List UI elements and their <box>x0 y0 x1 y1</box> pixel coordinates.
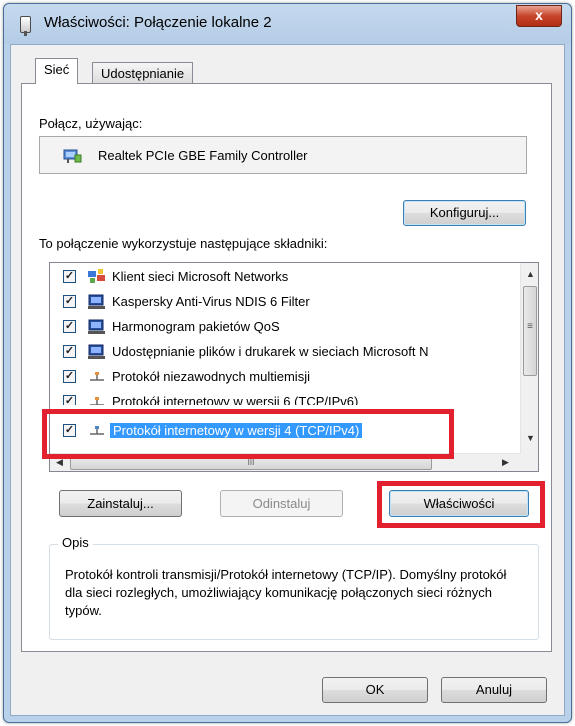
component-label: Harmonogram pakietów QoS <box>112 319 280 334</box>
checkbox[interactable]: ✓ <box>63 295 76 308</box>
adapter-box: Realtek PCIe GBE Family Controller <box>39 136 527 174</box>
tab-siec[interactable]: Sieć <box>35 58 79 84</box>
scroll-down-arrow-icon[interactable]: ▼ <box>526 433 535 443</box>
components-label: To połączenie wykorzystuje następujące s… <box>39 236 328 251</box>
connect-using-label: Połącz, używając: <box>39 116 143 131</box>
scroll-thumb[interactable]: ≡ <box>523 286 537 376</box>
service-icon <box>88 344 105 359</box>
scroll-corner <box>521 454 538 471</box>
ok-button[interactable]: OK <box>322 677 428 703</box>
highlight-ipv4 <box>42 409 454 459</box>
network-client-icon <box>88 269 105 283</box>
adapter-name: Realtek PCIe GBE Family Controller <box>98 148 308 163</box>
protocol-icon <box>90 397 104 405</box>
window-title: Właściwości: Połączenie lokalne 2 <box>44 14 272 31</box>
tab-udostepnianie[interactable]: Udostępnianie <box>92 62 194 84</box>
checkbox[interactable]: ✓ <box>63 345 76 358</box>
component-label: Kaspersky Anti-Virus NDIS 6 Filter <box>112 294 310 309</box>
network-adapter-icon <box>20 16 31 36</box>
list-item[interactable]: ✓ Klient sieci Microsoft Networks <box>50 266 515 290</box>
service-icon <box>88 319 105 334</box>
uninstall-button[interactable]: Odinstaluj <box>220 490 343 517</box>
title-bar[interactable]: Właściwości: Połączenie lokalne 2 x <box>4 4 571 44</box>
description-text: Protokół kontroli transmisji/Protokół in… <box>65 567 507 618</box>
scroll-up-arrow-icon[interactable]: ▲ <box>526 269 535 279</box>
list-item[interactable]: ✓ Protokół niezawodnych multiemisji <box>50 366 515 390</box>
component-label: Protokół internetowy w wersji 6 (TCP/IPv… <box>112 394 359 405</box>
component-label: Klient sieci Microsoft Networks <box>112 269 289 284</box>
install-label: Zainstaluj... <box>87 496 154 511</box>
component-label: Protokół niezawodnych multiemisji <box>112 369 310 384</box>
highlight-properties <box>377 481 545 528</box>
protocol-icon <box>90 372 104 381</box>
configure-button[interactable]: Konfiguruj... <box>403 200 526 226</box>
checkbox[interactable]: ✓ <box>63 370 76 383</box>
uninstall-label: Odinstaluj <box>252 496 311 511</box>
checkbox[interactable]: ✓ <box>63 395 76 405</box>
network-card-icon <box>63 149 82 163</box>
vertical-scrollbar[interactable]: ▲ ≡ ▼ <box>520 263 538 454</box>
list-item[interactable]: ✓ Udostępnianie plików i drukarek w siec… <box>50 341 515 365</box>
scroll-right-arrow-icon[interactable]: ▶ <box>502 457 509 468</box>
cancel-button[interactable]: Anuluj <box>441 677 547 703</box>
checkbox[interactable]: ✓ <box>63 320 76 333</box>
component-label: Udostępnianie plików i drukarek w siecia… <box>112 344 429 359</box>
description-legend: Opis <box>58 535 93 550</box>
checkbox[interactable]: ✓ <box>63 270 76 283</box>
close-button[interactable]: x <box>516 5 562 27</box>
service-icon <box>88 294 105 309</box>
list-item[interactable]: ✓ Kaspersky Anti-Virus NDIS 6 Filter <box>50 291 515 315</box>
install-button[interactable]: Zainstaluj... <box>59 490 182 517</box>
list-item[interactable]: ✓ Harmonogram pakietów QoS <box>50 316 515 340</box>
list-item[interactable]: ✓ Protokół internetowy w wersji 6 (TCP/I… <box>50 391 515 405</box>
